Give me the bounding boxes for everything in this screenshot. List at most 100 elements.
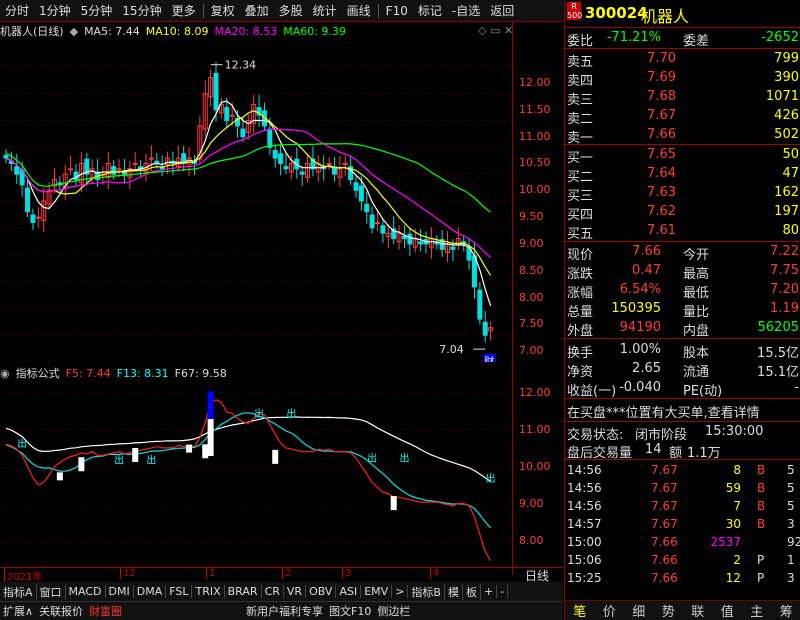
signal-bar [202,444,209,459]
quote-nav-7[interactable]: 筹 [780,601,793,620]
toolbar-item-4[interactable]: 更多 [167,2,201,19]
ask-row-1[interactable]: 卖一 7.66 502 [565,126,800,146]
candle-body [482,321,488,336]
settings-icon[interactable]: ◆ [70,25,78,38]
toolbar-divider [202,3,204,18]
weibi-row: 委比 -71.21% 委差 -2652 [567,30,799,49]
indicator-tab-11[interactable]: ASI [336,585,362,598]
indicator-tick: 12.00 [519,386,551,400]
low-value-label: 7.04 [439,343,464,356]
date-tick: 2021年 [4,568,42,583]
indicator-tick: 8.00 [519,534,544,548]
indicator-tab-12[interactable]: EMV [361,585,393,598]
candle-body [401,235,407,240]
exit-signal: 出 [367,452,377,465]
ma60-label: MA60: 9.39 [283,24,346,38]
stat-row-1: 涨跌 0.47 最高 7.75 [567,263,799,282]
bottom-item-4[interactable]: 图文F10 [326,603,374,619]
toolbar-item-5[interactable]: 复权 [206,2,240,19]
signal-bar [132,448,139,462]
indicator-tab-3[interactable]: DMI [106,585,134,598]
quote-nav: 笔价细势联值主筹 [565,600,800,620]
bid-row-4[interactable]: 买四 7.62 197 [565,203,800,223]
indicator-tab-10[interactable]: OBV [306,585,337,598]
main-chart-title: 机器人(日线) ◆ MA5: 7.44 MA10: 8.09 MA20: 8.5… [0,23,510,39]
toolbar-divider [377,3,379,18]
trade-row: 15:00 7.66 2537 92 [567,535,800,549]
indicator-tab-17[interactable]: + [481,585,498,598]
quote-nav-5[interactable]: 值 [721,601,734,620]
ask-row-3[interactable]: 卖三 7.68 1071 [565,88,800,108]
toolbar-item-9[interactable]: 画线 [342,2,376,19]
bid-row-3[interactable]: 买三 7.63 162 [565,184,800,204]
bid-row-5[interactable]: 买五 7.61 80 [565,222,800,242]
quote-nav-2[interactable]: 细 [632,601,645,620]
toolbar-item-8[interactable]: 统计 [308,2,342,19]
signal-bar [272,449,279,464]
quote-nav-1[interactable]: 价 [603,601,616,620]
quote-nav-6[interactable]: 主 [750,601,763,620]
candle-body [30,214,36,223]
news-ticker[interactable]: 在买盘***位置有大买单,查看详情 [565,401,800,421]
indicator-tab-15[interactable]: 模 [445,583,463,600]
trade-status: 交易状态: 闭市阶段 15:30:00 [567,424,764,443]
toolbar-item-2[interactable]: 5分钟 [76,2,118,19]
indicator-chart[interactable]: 出出 出出 出出 出出 [0,382,512,567]
ma20-line [5,128,491,258]
exit-signal: 出 [399,452,409,465]
ask-row-2[interactable]: 卖二 7.67 426 [565,107,800,127]
f67-line [5,416,491,482]
indicator-tab-2[interactable]: MACD [66,585,106,598]
ask-row-4[interactable]: 卖四 7.69 390 [565,69,800,89]
indicator-tab-5[interactable]: FSL [166,585,193,598]
price-tick: 7.00 [519,344,544,358]
indicator-tab-6[interactable]: TRIX [192,585,225,598]
indicator-tab-18[interactable]: - [497,585,509,598]
stat-row-4: 外盘 94190 内盘 56205 [567,320,799,339]
toolbar-item-6[interactable]: 叠加 [240,2,274,19]
candle-body [272,150,278,159]
bottom-item-0[interactable]: 扩展∧ [0,603,36,619]
bottom-item-3[interactable]: 新用户福利专享 [243,603,326,619]
exit-signal: 出 [114,453,124,466]
chart-window-controls[interactable]: ◇ ▭ ✕ [478,24,513,37]
bottom-item-2[interactable]: 财富圈 [86,603,125,619]
candle-body [353,182,359,191]
toolbar-item-7[interactable]: 多股 [274,2,308,19]
bid-row-1[interactable]: 买一 7.65 50 [565,146,800,166]
indicator-tab-1[interactable]: 窗口 [37,583,66,600]
bid-row-2[interactable]: 买二 7.64 47 [565,165,800,185]
quote-nav-3[interactable]: 势 [662,601,675,620]
indicator-tab-16[interactable]: 板 [463,583,481,600]
signal-bar [78,457,85,472]
toolbar-item-11[interactable]: 标记 [413,2,447,19]
toolbar-item-13[interactable]: 返回 [485,2,519,19]
quote-nav-4[interactable]: 联 [691,601,704,620]
ask-row-5[interactable]: 卖五 7.70 799 [565,50,800,70]
bottom-item-1[interactable]: 关联报价 [36,603,86,619]
toolbar-item-3[interactable]: 15分钟 [117,2,166,19]
indicator-settings-icon[interactable]: ◉ [0,367,10,380]
candle-body [3,154,9,159]
candle-body [477,289,483,320]
indicator-tab-7[interactable]: BRAR [225,585,262,598]
indicator-tab-14[interactable]: 指标B [408,583,445,600]
toolbar-item-1[interactable]: 1分钟 [34,2,76,19]
toolbar-item-10[interactable]: F10 [381,4,413,18]
indicator-tab-0[interactable]: 指标A [0,583,37,600]
f5-line [5,399,492,562]
candlestick-chart[interactable]: 12.34 7.04 财 [0,40,512,362]
indicator-tick: 10.00 [519,460,551,474]
indicator-tab-13[interactable]: > [392,585,409,598]
r500-badge: R 500 [567,2,583,20]
indicator-tab-4[interactable]: DMA [134,585,167,598]
toolbar-item-0[interactable]: 分时 [0,2,34,19]
exit-signal: 出 [17,437,27,450]
candle-body [380,225,386,234]
quote-nav-0[interactable]: 笔 [573,601,586,620]
toolbar-item-12[interactable]: -自选 [447,2,485,19]
candle-body [364,203,370,213]
bottom-item-5[interactable]: 侧边栏 [374,603,413,619]
indicator-tab-8[interactable]: CR [262,585,284,598]
indicator-tab-9[interactable]: VR [284,585,307,598]
